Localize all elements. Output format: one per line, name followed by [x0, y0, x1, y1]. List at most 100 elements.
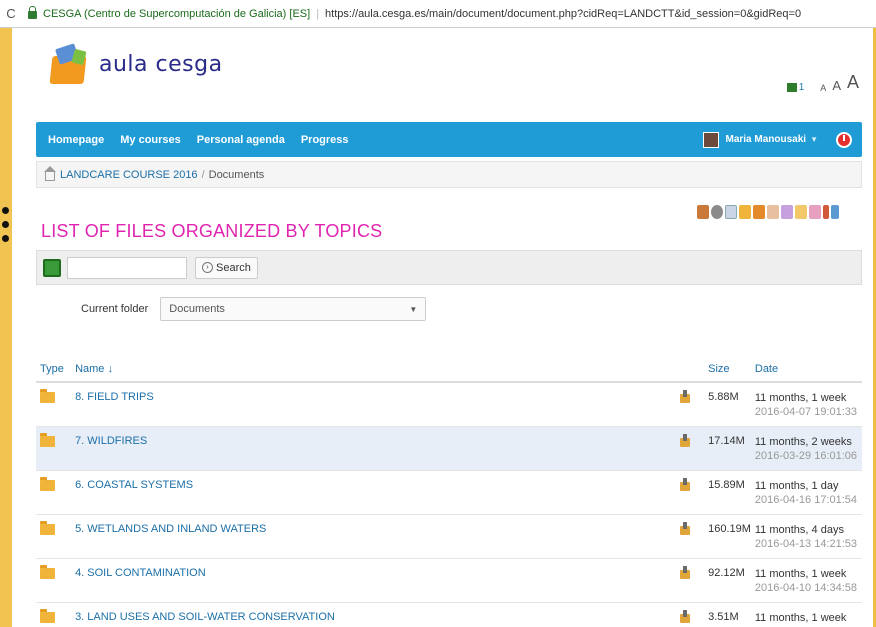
download-icon[interactable]	[679, 390, 691, 404]
folder-tool-icon[interactable]	[739, 205, 751, 219]
group-tool-icon[interactable]	[767, 205, 779, 219]
folder-icon	[40, 477, 55, 491]
url-text[interactable]: https://aula.cesga.es/main/document/docu…	[325, 8, 801, 20]
row-date: 11 months, 2 weeks 2016-03-29 16:01:06	[754, 436, 858, 462]
search-button[interactable]: › Search	[195, 256, 258, 279]
download-icon[interactable]	[679, 434, 691, 448]
paint-tool-icon[interactable]	[831, 205, 839, 219]
current-folder-label: Current folder	[81, 303, 149, 315]
row-name-link[interactable]: 7. WILDFIRES	[75, 427, 679, 447]
nav-progress[interactable]: Progress	[293, 134, 357, 146]
table-row: 6. COASTAL SYSTEMS 15.89M 11 months, 1 d…	[36, 471, 862, 515]
breadcrumb: LANDCARE COURSE 2016 / Documents	[36, 161, 862, 188]
folder-icon	[40, 565, 55, 579]
share-tool-icon[interactable]	[809, 205, 821, 219]
logout-power-icon[interactable]	[836, 131, 852, 148]
font-decrease-button[interactable]: A	[820, 83, 826, 93]
folder-icon	[40, 389, 55, 403]
breadcrumb-course[interactable]: LANDCARE COURSE 2016	[60, 169, 198, 181]
link-tool-icon[interactable]	[781, 205, 793, 219]
document-tool-icon[interactable]	[725, 205, 737, 219]
users-tool-icon[interactable]	[795, 205, 807, 219]
row-date: 11 months, 4 days 2016-04-13 14:21:53	[754, 524, 858, 550]
logo-text: aula cesga	[99, 51, 223, 77]
table-row: 8. FIELD TRIPS 5.88M 11 months, 1 week 20…	[36, 383, 862, 427]
table-row: 7. WILDFIRES 17.14M 11 months, 2 weeks 20…	[36, 427, 862, 471]
row-name-link[interactable]: 8. FIELD TRIPS	[75, 383, 679, 403]
row-size: 17.14M	[708, 435, 745, 447]
user-tool-icon[interactable]	[753, 205, 765, 219]
search-button-label: Search	[216, 261, 251, 274]
header-size[interactable]: Size	[708, 363, 755, 375]
left-decoration	[0, 28, 12, 627]
header-date[interactable]: Date	[755, 362, 862, 376]
reload-icon[interactable]: C	[0, 6, 22, 21]
current-folder-select[interactable]: Documents ▼	[160, 297, 427, 321]
breadcrumb-current: Documents	[208, 168, 265, 181]
site-identity[interactable]: CESGA (Centro de Supercomputación de Gal…	[43, 8, 310, 20]
row-date: 11 months, 1 week 2016-04-07 19:01:33	[754, 392, 858, 418]
row-date: 11 months, 1 week 2016-04-10 14:34:58	[754, 568, 858, 594]
download-icon[interactable]	[679, 522, 691, 536]
row-size: 160.19M	[708, 523, 751, 535]
chevron-down-icon: ▼	[409, 304, 418, 314]
header-tools: 1 A A A	[786, 72, 859, 93]
row-size: 15.89M	[708, 479, 745, 491]
table-row: 4. SOIL CONTAMINATION 92.12M 11 months, …	[36, 559, 862, 603]
folder-icon	[40, 609, 55, 623]
folder-icon	[40, 433, 55, 447]
current-folder-row: Current folder Documents ▼	[81, 297, 427, 321]
header-name[interactable]: Name ↓	[75, 363, 679, 375]
header-type[interactable]: Type	[36, 363, 75, 375]
logo[interactable]: aula cesga	[47, 42, 223, 86]
folder-icon	[40, 521, 55, 535]
main-navbar: Homepage My courses Personal agenda Prog…	[36, 122, 862, 157]
nav-homepage[interactable]: Homepage	[36, 134, 112, 146]
documents-table: Type Name ↓ Size Date 8. FIELD TRIPS 5.8…	[36, 356, 862, 627]
row-name-link[interactable]: 6. COASTAL SYSTEMS	[75, 471, 679, 491]
page-title: LIST OF FILES ORGANIZED BY TOPICS	[41, 221, 383, 241]
row-name-link[interactable]: 4. SOIL CONTAMINATION	[75, 559, 679, 579]
table-row: 3. LAND USES AND SOIL-WATER CONSERVATION…	[36, 603, 862, 627]
logo-icon	[47, 42, 91, 86]
row-size: 3.51M	[708, 611, 739, 623]
avatar	[703, 131, 720, 148]
flag-icon	[786, 83, 797, 92]
current-folder-value: Documents	[169, 303, 225, 315]
back-tool-icon[interactable]	[711, 205, 723, 219]
table-header: Type Name ↓ Size Date	[36, 356, 862, 383]
document-toolbar	[697, 205, 839, 219]
chevron-right-icon: ›	[202, 262, 213, 273]
row-date: 11 months, 1 day 2016-04-16 17:01:54	[754, 480, 858, 506]
download-icon[interactable]	[679, 566, 691, 580]
user-name: Maria Manousaki	[725, 134, 807, 145]
user-menu[interactable]: Maria Manousaki ▼	[703, 131, 862, 148]
notification-count: 1	[798, 82, 805, 93]
row-name-link[interactable]: 3. LAND USES AND SOIL-WATER CONSERVATION	[75, 603, 679, 623]
page-content: aula cesga 1 A A A Homepage My courses P…	[12, 28, 873, 627]
row-size: 5.88M	[708, 391, 739, 403]
row-name-link[interactable]: 5. WETLANDS AND INLAND WATERS	[75, 515, 679, 535]
search-input[interactable]	[67, 256, 187, 279]
header-spacer	[679, 365, 708, 372]
lock-icon	[28, 5, 37, 19]
notifications[interactable]: 1	[786, 82, 815, 93]
row-date: 11 months, 1 week	[754, 612, 847, 624]
home-icon[interactable]	[44, 166, 56, 181]
pencil-tool-icon[interactable]	[823, 205, 829, 219]
caret-down-icon: ▼	[810, 135, 818, 144]
url-separator: |	[316, 7, 320, 20]
nav-personal-agenda[interactable]: Personal agenda	[189, 134, 293, 146]
row-size: 92.12M	[708, 567, 745, 579]
download-icon[interactable]	[679, 478, 691, 492]
font-increase-button[interactable]: A	[847, 72, 859, 93]
search-bar: › Search	[36, 250, 862, 285]
home-tool-icon[interactable]	[697, 205, 709, 219]
table-row: 5. WETLANDS AND INLAND WATERS 160.19M 11…	[36, 515, 862, 559]
download-icon[interactable]	[679, 610, 691, 624]
browser-address-bar: C CESGA (Centro de Supercomputación de G…	[0, 0, 876, 28]
upload-icon[interactable]	[43, 258, 61, 277]
font-reset-button[interactable]: A	[832, 78, 841, 93]
nav-my-courses[interactable]: My courses	[112, 134, 189, 146]
breadcrumb-separator: /	[201, 168, 205, 181]
